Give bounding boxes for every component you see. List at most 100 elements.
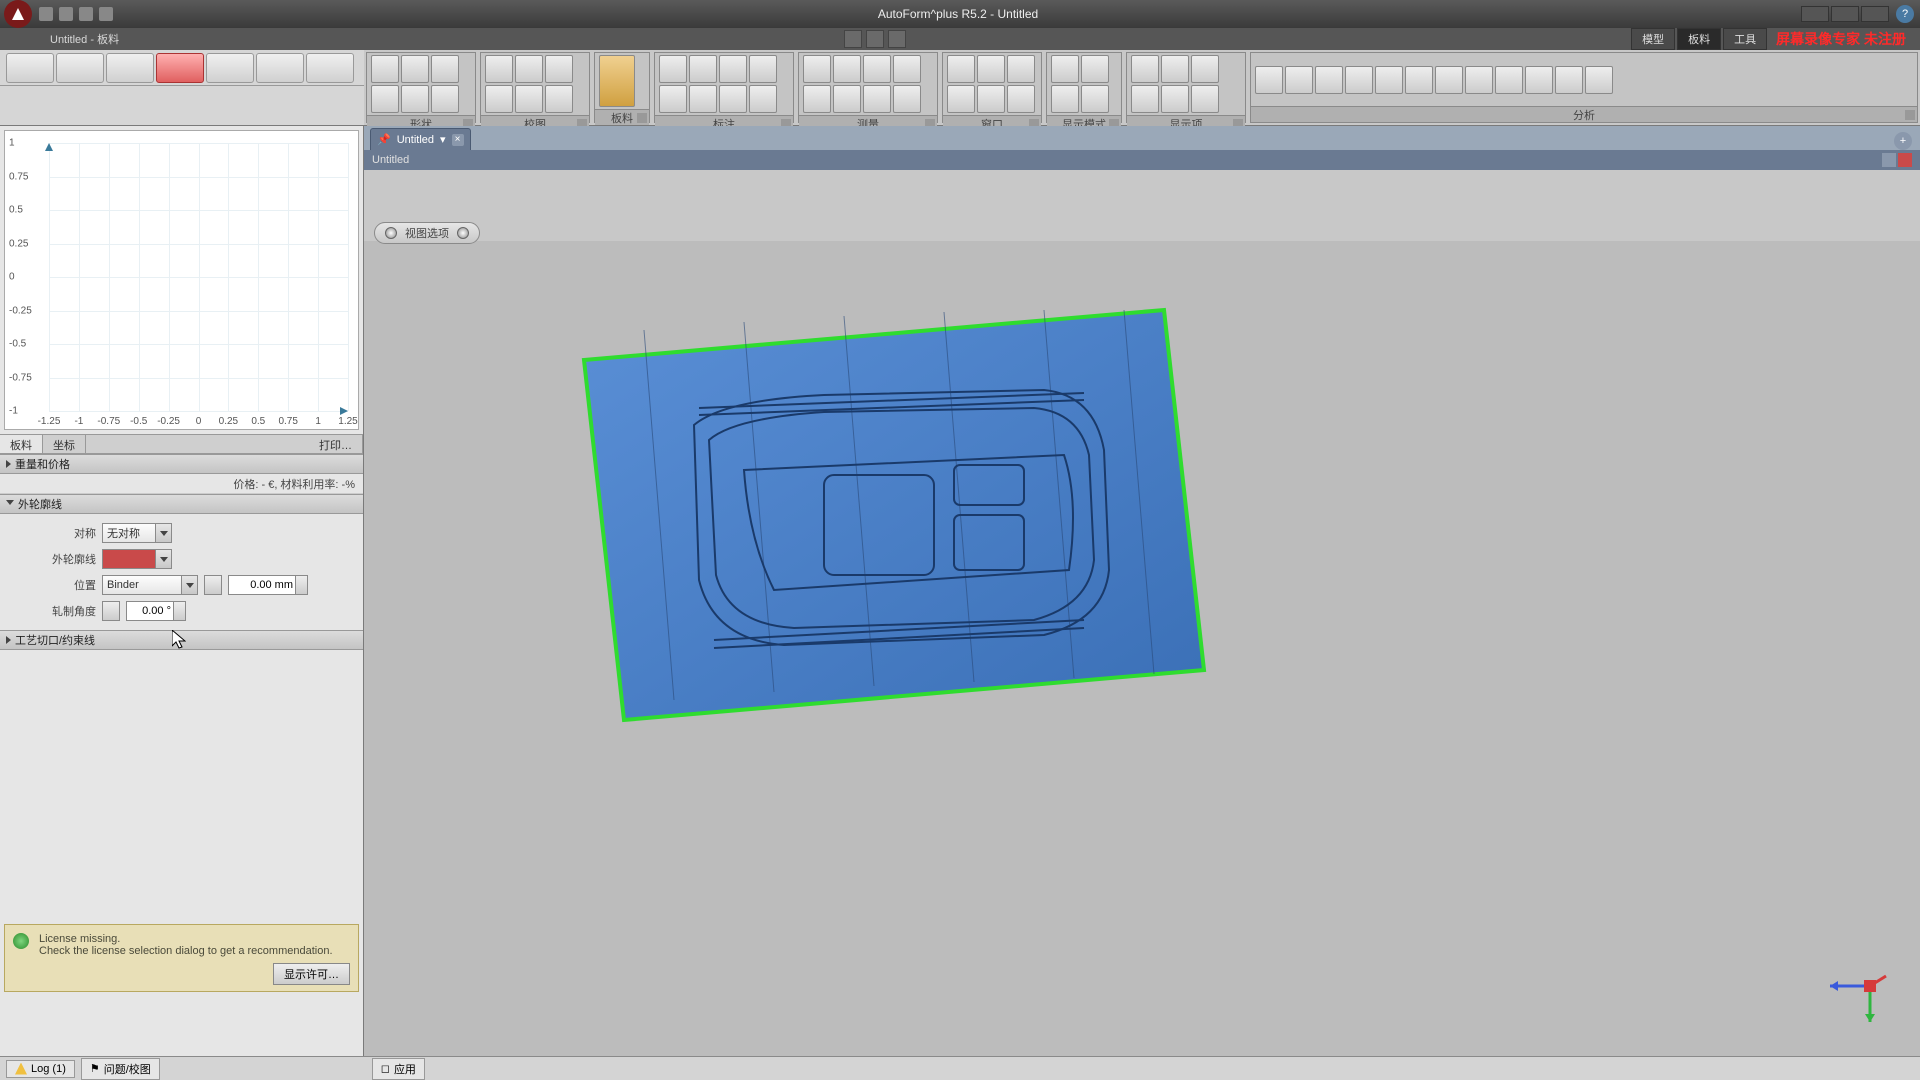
print-link[interactable]: 打印… — [309, 435, 363, 453]
viewport-max-icon[interactable] — [1882, 153, 1896, 167]
review-btn-icon[interactable] — [515, 55, 543, 83]
annot-btn-icon[interactable] — [689, 55, 717, 83]
section-weight[interactable]: 重量和价格 — [0, 454, 363, 474]
analysis-btn-icon[interactable] — [1315, 66, 1343, 94]
qat-icon[interactable] — [59, 7, 73, 21]
dispitem-btn-icon[interactable] — [1131, 85, 1159, 113]
annot-btn-icon[interactable] — [749, 55, 777, 83]
tool-blank-icon[interactable] — [156, 53, 204, 83]
measure-btn-icon[interactable] — [893, 55, 921, 83]
blank-big-icon[interactable] — [599, 55, 635, 107]
shape-btn-icon[interactable] — [431, 55, 459, 83]
analysis-btn-icon[interactable] — [1525, 66, 1553, 94]
dispmode-btn-icon[interactable] — [1051, 85, 1079, 113]
outline-combo[interactable] — [102, 549, 172, 569]
maximize-button[interactable] — [1831, 6, 1859, 22]
analysis-btn-icon[interactable] — [1375, 66, 1403, 94]
dropdown-icon[interactable] — [181, 576, 197, 594]
minimize-button[interactable] — [1801, 6, 1829, 22]
viewport-3d[interactable]: 视图选项 — [364, 170, 1920, 1056]
tab-menu-icon[interactable]: ▾ — [440, 133, 446, 146]
position-combo[interactable]: Binder — [102, 575, 198, 595]
angle-spinner[interactable]: 0.00 ° — [126, 601, 186, 621]
substrip-btn[interactable] — [866, 30, 884, 48]
viewport-close-icon[interactable] — [1898, 153, 1912, 167]
analysis-btn-icon[interactable] — [1435, 66, 1463, 94]
measure-btn-icon[interactable] — [893, 85, 921, 113]
window-btn-icon[interactable] — [947, 55, 975, 83]
tool-process-icon[interactable] — [206, 53, 254, 83]
annot-btn-icon[interactable] — [659, 55, 687, 83]
dropdown-icon[interactable] — [155, 524, 171, 542]
apply-chip[interactable]: ◻应用 — [372, 1058, 425, 1080]
angle-lock-button[interactable] — [102, 601, 120, 621]
review-btn-icon[interactable] — [545, 85, 573, 113]
measure-btn-icon[interactable] — [863, 85, 891, 113]
annot-btn-icon[interactable] — [749, 85, 777, 113]
mode-tab-blank[interactable]: 板料 — [1677, 28, 1721, 50]
substrip-btn[interactable] — [844, 30, 862, 48]
dispmode-btn-icon[interactable] — [1051, 55, 1079, 83]
tool-eval-icon[interactable] — [256, 53, 304, 83]
dispitem-btn-icon[interactable] — [1131, 55, 1159, 83]
tab-coord[interactable]: 坐标 — [43, 435, 86, 453]
substrip-btn[interactable] — [888, 30, 906, 48]
close-button[interactable] — [1861, 6, 1889, 22]
mode-tab-tools[interactable]: 工具 — [1723, 28, 1767, 50]
analysis-btn-icon[interactable] — [1255, 66, 1283, 94]
window-btn-icon[interactable] — [947, 85, 975, 113]
add-tab-button[interactable]: + — [1894, 132, 1912, 150]
measure-btn-icon[interactable] — [833, 85, 861, 113]
issues-chip[interactable]: ⚑问题/校图 — [81, 1058, 160, 1080]
help-button[interactable]: ? — [1896, 5, 1914, 23]
view-triad-icon[interactable] — [1820, 956, 1890, 1026]
review-btn-icon[interactable] — [545, 55, 573, 83]
offset-spinner[interactable]: 0.00 mm — [228, 575, 308, 595]
analysis-btn-icon[interactable] — [1405, 66, 1433, 94]
document-tab[interactable]: 📌 Untitled ▾ × — [370, 128, 471, 150]
section-outline[interactable]: 外轮廓线 — [0, 494, 363, 514]
analysis-btn-icon[interactable] — [1345, 66, 1373, 94]
symmetry-combo[interactable]: 无对称 — [102, 523, 172, 543]
tab-blank[interactable]: 板料 — [0, 435, 43, 453]
dispitem-btn-icon[interactable] — [1191, 55, 1219, 83]
pill-knob-right-icon[interactable] — [457, 227, 469, 239]
shape-btn-icon[interactable] — [401, 85, 429, 113]
view-options-pill[interactable]: 视图选项 — [374, 222, 480, 244]
window-btn-icon[interactable] — [977, 85, 1005, 113]
mode-tab-model[interactable]: 模型 — [1631, 28, 1675, 50]
review-btn-icon[interactable] — [485, 55, 513, 83]
dropdown-icon[interactable] — [155, 550, 171, 568]
tool-run-icon[interactable] — [306, 53, 354, 83]
pick-button[interactable] — [204, 575, 222, 595]
expand-icon[interactable] — [1905, 110, 1915, 120]
close-tab-button[interactable]: × — [452, 134, 464, 146]
dispitem-btn-icon[interactable] — [1161, 55, 1189, 83]
analysis-btn-icon[interactable] — [1555, 66, 1583, 94]
tool-open-icon[interactable] — [6, 53, 54, 83]
expand-icon[interactable] — [637, 113, 647, 123]
analysis-btn-icon[interactable] — [1495, 66, 1523, 94]
annot-btn-icon[interactable] — [719, 55, 747, 83]
analysis-btn-icon[interactable] — [1285, 66, 1313, 94]
log-chip[interactable]: Log (1) — [6, 1060, 75, 1078]
show-license-button[interactable]: 显示许可… — [273, 963, 350, 985]
app-logo[interactable] — [4, 0, 32, 28]
annot-btn-icon[interactable] — [719, 85, 747, 113]
qat-icon[interactable] — [39, 7, 53, 21]
review-btn-icon[interactable] — [485, 85, 513, 113]
dispitem-btn-icon[interactable] — [1161, 85, 1189, 113]
analysis-btn-icon[interactable] — [1585, 66, 1613, 94]
tool-draw-icon[interactable] — [106, 53, 154, 83]
window-btn-icon[interactable] — [1007, 85, 1035, 113]
shape-btn-icon[interactable] — [431, 85, 459, 113]
window-btn-icon[interactable] — [977, 55, 1005, 83]
dispmode-btn-icon[interactable] — [1081, 85, 1109, 113]
shape-btn-icon[interactable] — [371, 85, 399, 113]
dispmode-btn-icon[interactable] — [1081, 55, 1109, 83]
measure-btn-icon[interactable] — [833, 55, 861, 83]
qat-icon[interactable] — [79, 7, 93, 21]
annot-btn-icon[interactable] — [659, 85, 687, 113]
analysis-btn-icon[interactable] — [1465, 66, 1493, 94]
review-btn-icon[interactable] — [515, 85, 543, 113]
